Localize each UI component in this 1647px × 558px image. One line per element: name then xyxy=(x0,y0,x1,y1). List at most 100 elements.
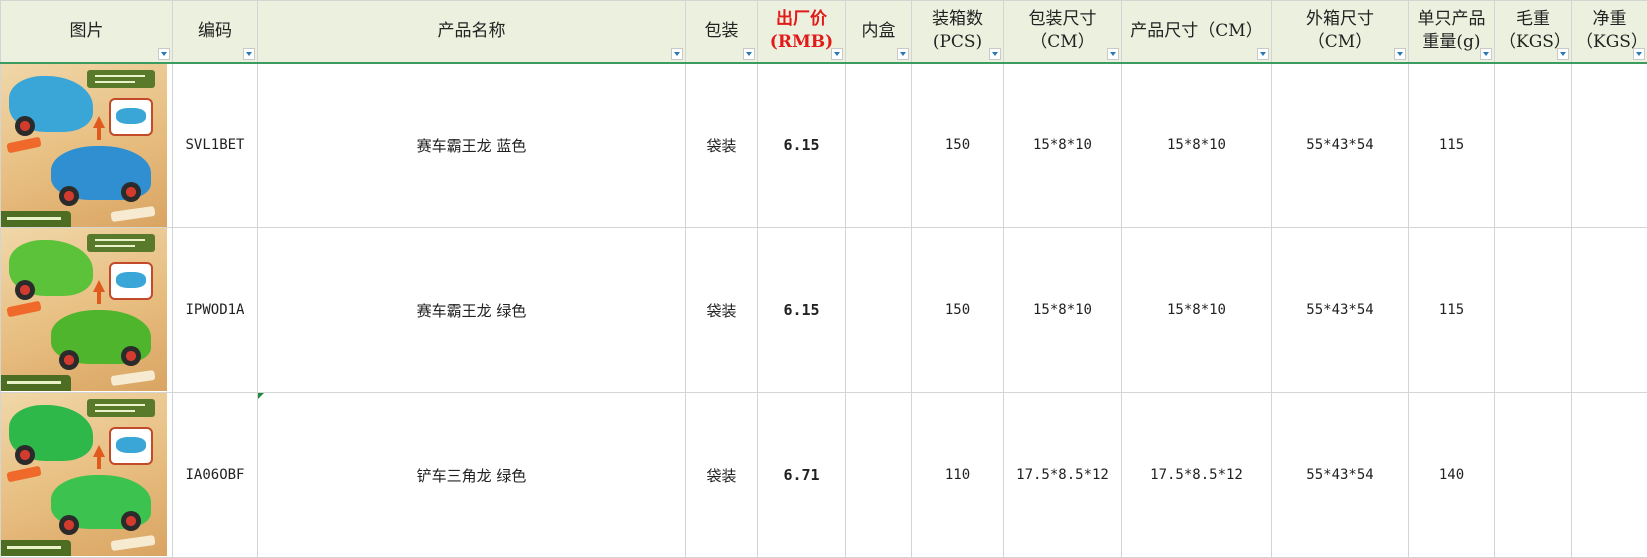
header-label: 包装尺寸 （CM） xyxy=(1028,9,1097,53)
code-cell[interactable]: IA06OBF xyxy=(172,392,258,558)
label-graphic xyxy=(110,369,156,387)
table-row: IPWOD1A 赛车霸王龙 绿色 袋装 6.15 150 15*8*10 15*… xyxy=(0,227,1647,393)
size-tag-graphic xyxy=(87,234,155,252)
column-header-pack-size[interactable]: 包装尺寸 （CM） xyxy=(1003,0,1122,64)
qty-cell[interactable]: 150 xyxy=(911,227,1004,393)
carton-size-cell[interactable]: 55*43*54 xyxy=(1271,227,1409,393)
inner-box-cell[interactable] xyxy=(845,62,912,228)
code-cell[interactable]: IPWOD1A xyxy=(172,227,258,393)
name-cell[interactable]: 赛车霸王龙 绿色 xyxy=(257,227,686,393)
label-graphic xyxy=(110,205,156,222)
unit-weight-cell[interactable]: 140 xyxy=(1408,392,1495,558)
filter-dropdown-icon[interactable] xyxy=(158,47,170,60)
label-graphic xyxy=(6,300,42,318)
pack-size-cell[interactable]: 17.5*8.5*12 xyxy=(1003,392,1122,558)
label-graphic xyxy=(6,465,42,483)
header-label: 编码 xyxy=(198,20,232,41)
filter-dropdown-icon[interactable] xyxy=(743,47,755,60)
header-row: 图片 编码 产品名称 包装 出厂价 (RMB) 内盒 装箱数 (PCS) 包装尺… xyxy=(0,0,1647,64)
column-header-price[interactable]: 出厂价 (RMB) xyxy=(757,0,846,64)
product-size-cell[interactable]: 17.5*8.5*12 xyxy=(1121,392,1272,558)
caption-band-graphic xyxy=(1,540,71,556)
label-graphic xyxy=(110,534,156,552)
filter-dropdown-icon[interactable] xyxy=(1107,47,1119,60)
header-label: 净重 （KGS） xyxy=(1576,9,1647,53)
column-header-gross-weight[interactable]: 毛重 （KGS） xyxy=(1494,0,1572,64)
filter-dropdown-icon[interactable] xyxy=(243,47,255,60)
inner-box-cell[interactable] xyxy=(845,227,912,393)
column-header-name[interactable]: 产品名称 xyxy=(257,0,686,64)
column-header-code[interactable]: 编码 xyxy=(172,0,258,64)
filter-dropdown-icon[interactable] xyxy=(831,47,843,60)
column-header-unit-weight[interactable]: 单只产品 重量(g) xyxy=(1408,0,1495,64)
column-header-net-weight[interactable]: 净重 （KGS） xyxy=(1571,0,1647,64)
image-cell[interactable] xyxy=(0,62,173,228)
header-label: 出厂价 (RMB) xyxy=(769,9,834,53)
column-header-packaging[interactable]: 包装 xyxy=(685,0,758,64)
product-spreadsheet: 图片 编码 产品名称 包装 出厂价 (RMB) 内盒 装箱数 (PCS) 包装尺… xyxy=(0,0,1647,558)
filter-dropdown-icon[interactable] xyxy=(989,47,1001,60)
filter-dropdown-icon[interactable] xyxy=(1257,47,1269,60)
product-size-cell[interactable]: 15*8*10 xyxy=(1121,227,1272,393)
packaging-cell[interactable]: 袋装 xyxy=(685,227,758,393)
unit-weight-cell[interactable]: 115 xyxy=(1408,227,1495,393)
green-dinosaur-race-car-photo xyxy=(1,228,167,391)
net-weight-cell[interactable] xyxy=(1571,227,1647,393)
filter-dropdown-icon[interactable] xyxy=(1394,47,1406,60)
product-size-cell[interactable]: 15*8*10 xyxy=(1121,62,1272,228)
pack-size-cell[interactable]: 15*8*10 xyxy=(1003,227,1122,393)
filter-dropdown-icon[interactable] xyxy=(1480,47,1492,60)
gross-weight-cell[interactable] xyxy=(1494,227,1572,393)
gross-weight-cell[interactable] xyxy=(1494,62,1572,228)
wheel-graphic xyxy=(59,350,79,370)
column-header-qty[interactable]: 装箱数 (PCS) xyxy=(911,0,1004,64)
wheel-graphic xyxy=(59,185,79,206)
packaging-cell[interactable]: 袋装 xyxy=(685,62,758,228)
gross-weight-cell[interactable] xyxy=(1494,392,1572,558)
wheel-graphic xyxy=(15,115,35,136)
carton-size-cell[interactable]: 55*43*54 xyxy=(1271,62,1409,228)
filter-dropdown-icon[interactable] xyxy=(1557,47,1569,60)
net-weight-cell[interactable] xyxy=(1571,392,1647,558)
pack-size-cell[interactable]: 15*8*10 xyxy=(1003,62,1122,228)
column-header-image[interactable]: 图片 xyxy=(0,0,173,64)
size-tag-graphic xyxy=(87,399,155,417)
table-row: SVL1BET 赛车霸王龙 蓝色 袋装 6.15 150 15*8*10 15*… xyxy=(0,62,1647,228)
filter-dropdown-icon[interactable] xyxy=(897,47,909,60)
caption-band-graphic xyxy=(1,210,71,227)
header-label: 毛重 （KGS） xyxy=(1499,9,1571,53)
filter-dropdown-icon[interactable] xyxy=(671,47,683,60)
column-header-product-size[interactable]: 产品尺寸（CM） xyxy=(1121,0,1272,64)
wheel-graphic xyxy=(15,445,35,465)
carton-size-cell[interactable]: 55*43*54 xyxy=(1271,392,1409,558)
blue-dinosaur-race-car-photo xyxy=(1,63,167,227)
net-weight-cell[interactable] xyxy=(1571,62,1647,228)
packaging-cell[interactable]: 袋装 xyxy=(685,392,758,558)
arrow-icon xyxy=(93,280,105,304)
inset-graphic xyxy=(109,262,153,300)
unit-weight-cell[interactable]: 115 xyxy=(1408,62,1495,228)
qty-cell[interactable]: 110 xyxy=(911,392,1004,558)
arrow-icon xyxy=(93,115,105,140)
column-header-inner-box[interactable]: 内盒 xyxy=(845,0,912,64)
wheel-graphic xyxy=(59,515,79,535)
image-cell[interactable] xyxy=(0,392,173,558)
header-label: 产品尺寸（CM） xyxy=(1130,20,1263,41)
size-tag-graphic xyxy=(87,69,155,88)
column-header-carton-size[interactable]: 外箱尺寸 （CM） xyxy=(1271,0,1409,64)
label-graphic xyxy=(6,136,42,153)
image-cell[interactable] xyxy=(0,227,173,393)
filter-dropdown-icon[interactable] xyxy=(1633,47,1645,60)
qty-cell[interactable]: 150 xyxy=(911,62,1004,228)
header-label: 包装 xyxy=(704,20,739,41)
comment-indicator-icon xyxy=(258,393,264,399)
name-cell[interactable]: 铲车三角龙 绿色 xyxy=(257,392,686,558)
name-cell[interactable]: 赛车霸王龙 蓝色 xyxy=(257,62,686,228)
inner-box-cell[interactable] xyxy=(845,392,912,558)
header-label: 单只产品 重量(g) xyxy=(1417,9,1486,53)
price-cell[interactable]: 6.15 xyxy=(757,62,846,228)
code-cell[interactable]: SVL1BET xyxy=(172,62,258,228)
green-triceratops-bulldozer-photo xyxy=(1,393,167,556)
price-cell[interactable]: 6.71 xyxy=(757,392,846,558)
price-cell[interactable]: 6.15 xyxy=(757,227,846,393)
